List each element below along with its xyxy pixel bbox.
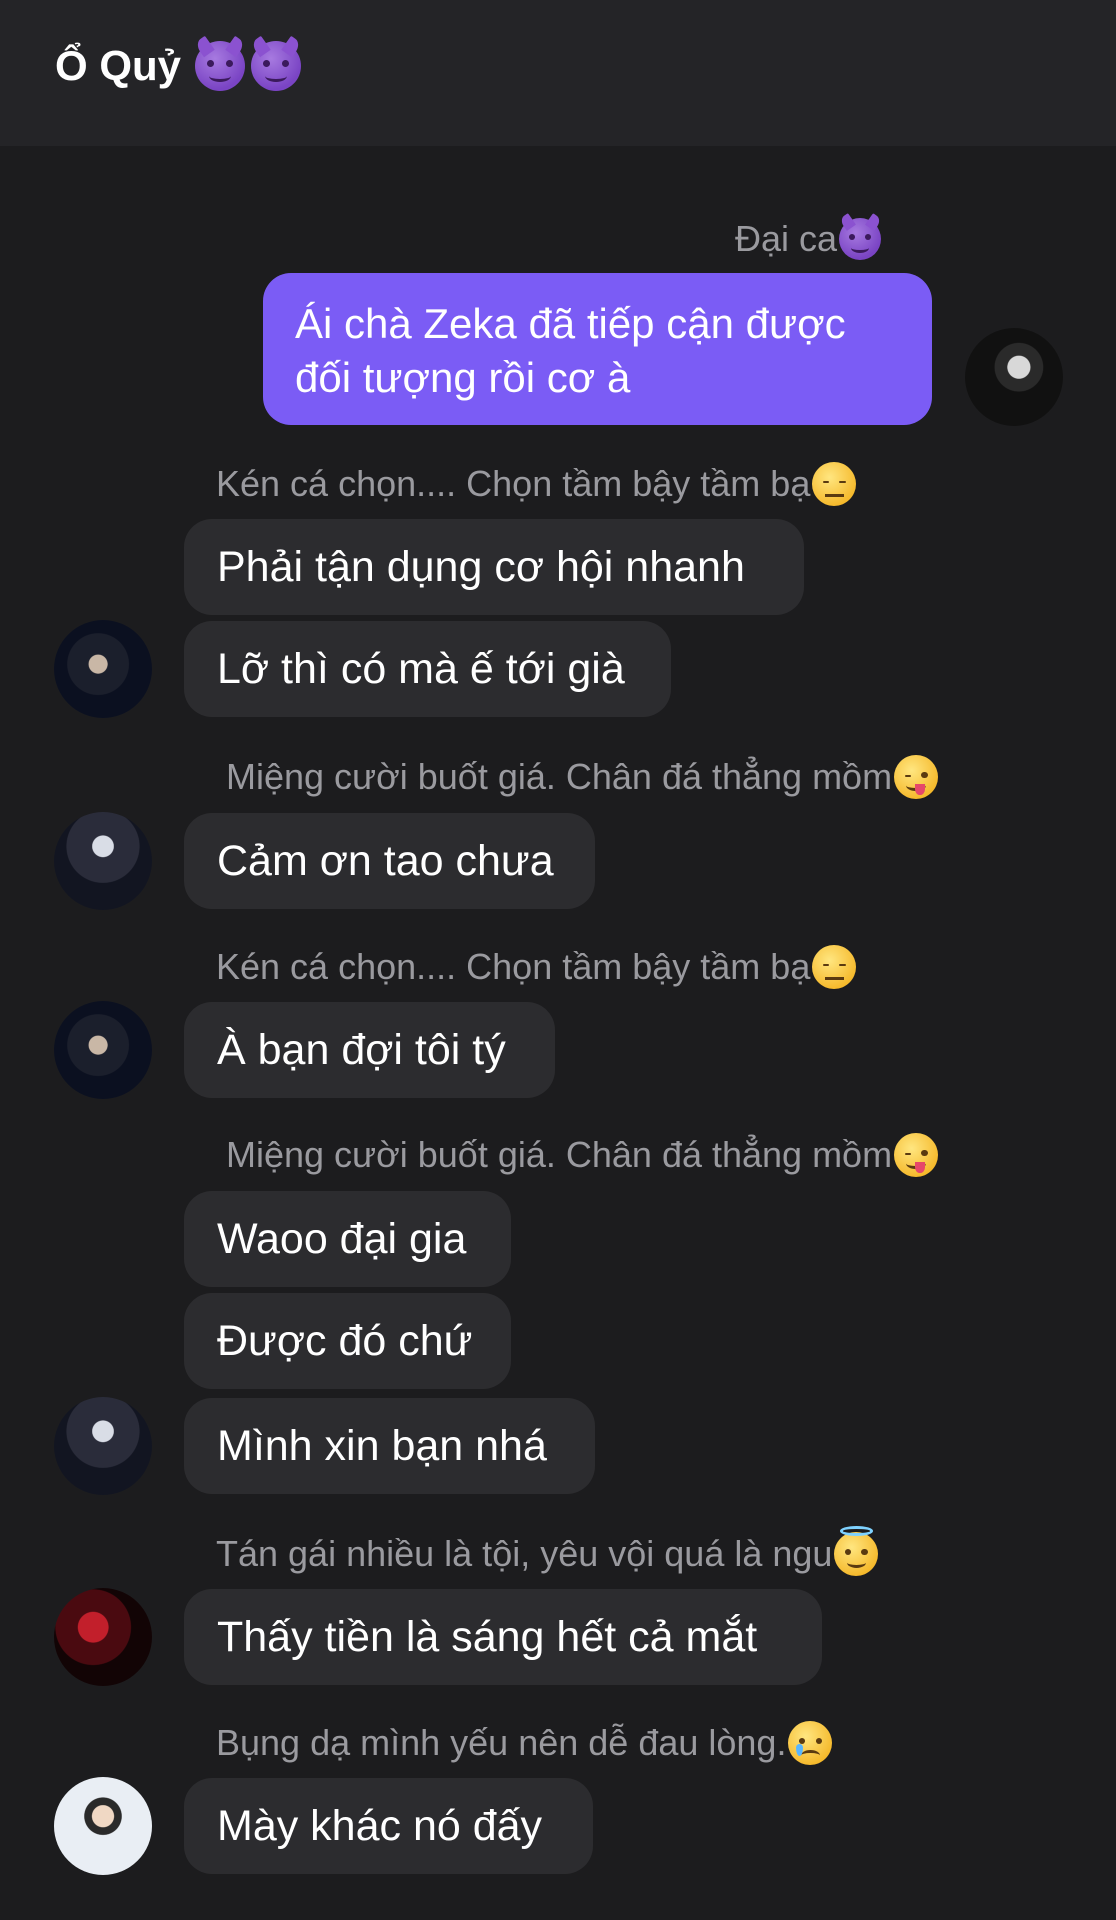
avatar[interactable] [965,328,1063,426]
sender-name: Kén cá chọn.... Chọn tầm bậy tầm bạ [216,943,857,991]
message-bubble[interactable]: À bạn đợi tôi tý [184,1002,555,1098]
message-bubble[interactable]: Lỡ thì có mà ế tới già [184,621,671,717]
winking-tongue-face-icon [894,1133,939,1177]
avatar[interactable] [54,1001,152,1099]
chat-header: Ổ Quỷ [0,0,1116,146]
smiling-devil-icon [195,41,246,91]
avatar[interactable] [54,620,152,718]
smiling-devil-icon [839,218,882,260]
message-bubble[interactable]: Mình xin bạn nhá [184,1398,595,1494]
avatar[interactable] [54,1588,152,1686]
sender-name: Đại ca [735,215,882,263]
avatar[interactable] [54,1777,152,1875]
avatar[interactable] [54,812,152,910]
message-bubble[interactable]: Mày khác nó đấy [184,1778,593,1874]
sender-name: Miệng cười buốt giá. Chân đá thẳng mồm [226,1131,939,1179]
group-name: Ổ Quỷ [55,42,182,89]
sender-name: Tán gái nhiều là tội, yêu vội quá là ngu [216,1525,879,1578]
title-emojis [195,41,302,91]
message-bubble[interactable]: Được đó chứ [184,1293,511,1389]
crying-face-icon [788,1721,833,1765]
message-bubble[interactable]: Cảm ơn tao chưa [184,813,595,909]
sender-name: Bụng dạ mình yếu nên dễ đau lòng. [216,1719,833,1767]
message-bubble[interactable]: Waoo đại gia [184,1191,511,1287]
sender-name: Kén cá chọn.... Chọn tầm bậy tầm bạ [216,460,857,508]
halo-face-icon [834,1525,879,1576]
winking-tongue-face-icon [894,755,939,799]
message-bubble[interactable]: Phải tận dụng cơ hội nhanh [184,519,804,615]
message-bubble-mine[interactable]: Ái chà Zeka đã tiếp cận được đối tượng r… [263,273,932,425]
avatar[interactable] [54,1397,152,1495]
expressionless-face-icon [812,462,857,506]
expressionless-face-icon [812,945,857,989]
sender-name: Miệng cười buốt giá. Chân đá thẳng mồm [226,753,939,801]
message-bubble[interactable]: Thấy tiền là sáng hết cả mắt [184,1589,822,1685]
group-title[interactable]: Ổ Quỷ [55,38,302,94]
smiling-devil-icon [251,41,302,91]
